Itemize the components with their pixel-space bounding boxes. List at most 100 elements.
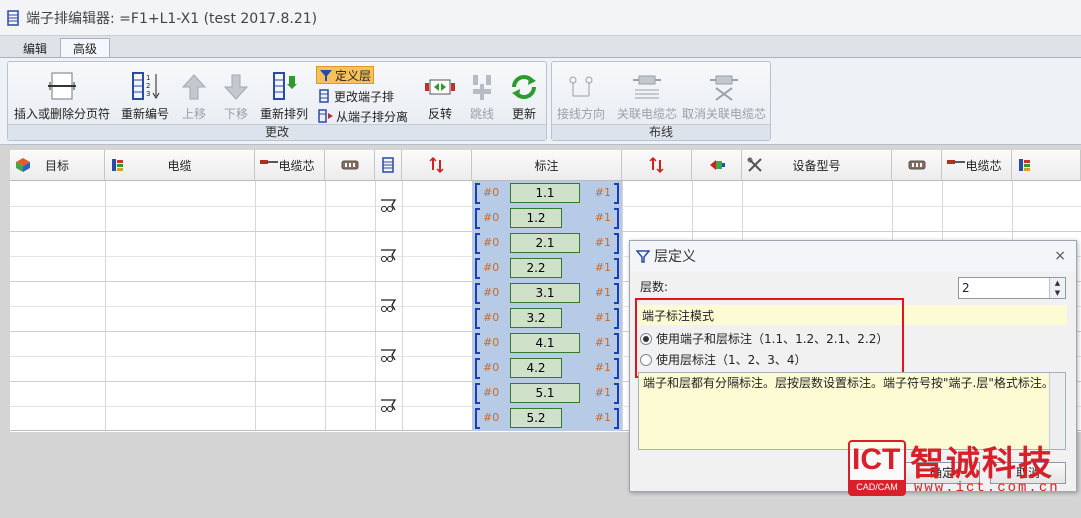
terminal-label: 1.2 (510, 208, 562, 228)
unlink-cable-core-icon (710, 75, 738, 101)
wiring-direction-icon (569, 76, 593, 97)
tools-icon (747, 157, 762, 172)
col-header-connector-right[interactable] (892, 150, 942, 181)
layer-filter-icon (636, 250, 650, 263)
link-cable-core-button[interactable]: 关联电缆芯 (614, 64, 680, 122)
bridge-icon (381, 349, 397, 362)
target-icon (16, 158, 30, 172)
highlight-annotation (635, 298, 904, 378)
terminal-label: 2.2 (510, 258, 562, 278)
connector-icon (908, 160, 925, 170)
link-cable-core-icon (633, 75, 661, 99)
col-header-cable[interactable]: 电缆 (105, 150, 255, 181)
cable-core-icon (947, 160, 965, 164)
terminal-row[interactable]: #0 5.2 #1 (472, 406, 622, 431)
move-down-button[interactable]: 下移 (218, 64, 254, 122)
connector-icon (341, 160, 358, 170)
resort-button[interactable]: 重新排列 (258, 64, 310, 122)
col-header-plug[interactable] (692, 150, 742, 181)
brand-url: www.ict.com.cn (914, 480, 1060, 496)
col-header-strip[interactable] (375, 150, 402, 181)
sort-arrows-icon (428, 157, 444, 173)
close-icon[interactable]: × (1054, 248, 1066, 264)
stepper-up-icon[interactable]: ▲ (1050, 278, 1065, 288)
svg-text:3: 3 (146, 90, 150, 98)
renumber-icon: 123 (132, 72, 160, 100)
col-header-label[interactable]: 标注 (472, 150, 622, 181)
change-terminal-strip-button[interactable]: 更改端子排 (316, 87, 396, 105)
insert-delete-page-break-button[interactable]: 插入或删除分页符 (12, 64, 112, 122)
terminal-label: 5.1 (510, 383, 580, 403)
dialog-titlebar: 层定义 (630, 241, 1076, 271)
col-header-connector[interactable] (325, 150, 375, 181)
detach-from-strip-button[interactable]: 从端子排分离 (316, 107, 410, 125)
move-up-button[interactable]: 上移 (176, 64, 212, 122)
terminal-label: 4.2 (510, 358, 562, 378)
reverse-button[interactable]: 反转 (420, 64, 460, 122)
refresh-button[interactable]: 更新 (504, 64, 544, 122)
layers-count-stepper[interactable]: 2 ▲ ▼ (958, 277, 1066, 299)
terminal-row[interactable]: #0 5.1 #1 (472, 381, 622, 406)
terminal-strip-icon (382, 157, 394, 173)
arrow-down-icon (223, 74, 249, 100)
window-title: 端子排编辑器: =F1+L1-X1 (test 2017.8.21) (26, 10, 318, 27)
terminal-label: 5.2 (510, 408, 562, 428)
ribbon-group-change-label: 更改 (8, 124, 546, 140)
terminal-strip-edit-icon (319, 89, 329, 103)
cable-core-icon (260, 160, 278, 164)
page-break-icon (48, 72, 76, 100)
tab-edit[interactable]: 编辑 (10, 38, 60, 58)
terminal-strip-icon (7, 9, 19, 26)
bridge-icon (381, 399, 397, 412)
define-layer-button[interactable]: 定义层 (316, 66, 375, 84)
terminal-row[interactable]: #0 2.1 #1 (472, 231, 622, 256)
terminal-label: 3.2 (510, 308, 562, 328)
jumper-button[interactable]: 跳线 (464, 64, 500, 122)
stepper-down-icon[interactable]: ▼ (1050, 288, 1065, 298)
ribbon-tabs: 编辑 高级 (0, 36, 1081, 58)
refresh-icon (512, 75, 536, 99)
detach-icon (318, 109, 333, 123)
layers-count-label: 层数: (640, 280, 669, 294)
bridge-icon (381, 299, 397, 312)
terminal-row[interactable]: #0 3.2 #1 (472, 306, 622, 331)
svg-text:1: 1 (146, 74, 150, 82)
arrow-up-icon (181, 74, 207, 100)
terminal-label: 3.1 (510, 283, 580, 303)
svg-text:2: 2 (146, 82, 150, 90)
layers-count-value: 2 (962, 281, 970, 295)
dialog-title: 层定义 (654, 249, 696, 265)
terminal-row[interactable]: #0 1.1 #1 (472, 181, 622, 206)
ribbon-group-wiring: 接线方向 关联电缆芯 取消关联电缆芯 布线 (551, 61, 771, 141)
ict-logo: ICT CAD/CAM (848, 440, 906, 496)
cable-icon (112, 159, 123, 171)
col-header-cable-right[interactable] (1012, 150, 1081, 181)
terminal-row[interactable]: #0 4.1 #1 (472, 331, 622, 356)
terminal-row[interactable]: #0 3.1 #1 (472, 281, 622, 306)
col-header-sort-left[interactable] (402, 150, 472, 181)
renumber-button[interactable]: 123 重新编号 (118, 64, 172, 122)
col-header-target[interactable]: 目标 (10, 150, 105, 181)
terminal-label-column: #0 1.1 #1 #0 1.2 #1 #0 2.1 #1 #0 2.2 #1 #0 3.1 #1 … (472, 181, 622, 431)
tab-advanced[interactable]: 高级 (60, 38, 111, 58)
bridge-icon (381, 199, 397, 212)
terminal-label: 1.1 (510, 183, 580, 203)
plug-icon (709, 160, 725, 170)
col-header-device-type[interactable]: 设备型号 (742, 150, 892, 181)
jumper-icon (473, 75, 491, 100)
terminal-row[interactable]: #0 2.2 #1 (472, 256, 622, 281)
col-header-cable-core[interactable]: 电缆芯 (255, 150, 325, 181)
terminal-label: 4.1 (510, 333, 580, 353)
unlink-cable-core-button[interactable]: 取消关联电缆芯 (680, 64, 768, 122)
reverse-icon (425, 79, 455, 95)
col-header-cable-core-right[interactable]: 电缆芯 (942, 150, 1012, 181)
layer-filter-icon (320, 70, 332, 81)
brand-name: 智诚科技 (910, 444, 1054, 484)
sort-arrows-icon (648, 157, 664, 173)
terminal-row[interactable]: #0 4.2 #1 (472, 356, 622, 381)
terminal-row[interactable]: #0 1.2 #1 (472, 206, 622, 231)
ribbon-group-wiring-label: 布线 (552, 124, 770, 140)
wiring-direction-button[interactable]: 接线方向 (556, 64, 606, 122)
col-header-sort-right[interactable] (622, 150, 692, 181)
terminal-label: 2.1 (510, 233, 580, 253)
